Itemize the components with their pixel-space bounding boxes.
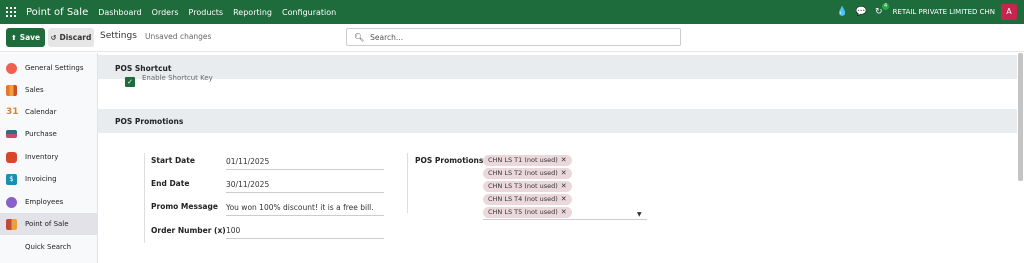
dropdown-caret-icon[interactable]: ▼ bbox=[637, 211, 642, 218]
settings-sidebar: General Settings Sales 31 Calendar Purch… bbox=[0, 53, 98, 263]
promotion-tag[interactable]: CHN LS T3 (not used) ✕ bbox=[483, 181, 572, 192]
order-number-field[interactable]: 100 bbox=[226, 225, 384, 239]
order-number-label: Order Number (x) bbox=[151, 226, 226, 235]
section-divider-right bbox=[407, 153, 408, 213]
apps-menu-icon[interactable] bbox=[6, 7, 16, 17]
enable-shortcut-checkbox[interactable]: ✓ bbox=[125, 77, 135, 87]
promotions-field-underline bbox=[483, 219, 647, 220]
sidebar-item-quick-search[interactable]: Quick Search bbox=[0, 236, 98, 258]
sidebar-item-general-settings[interactable]: General Settings bbox=[0, 57, 98, 79]
unsaved-indicator: Unsaved changes bbox=[145, 32, 212, 41]
control-panel: ⬆ Save ↺ Discard Settings Unsaved change… bbox=[0, 24, 1024, 52]
promotion-tag[interactable]: CHN LS T1 (not used) ✕ bbox=[483, 155, 572, 166]
remove-tag-icon[interactable]: ✕ bbox=[561, 195, 567, 203]
top-navbar: Point of Sale Dashboard Orders Products … bbox=[0, 0, 1024, 24]
pos-shortcut-header: POS Shortcut bbox=[98, 55, 1022, 79]
discard-button[interactable]: ↺ Discard bbox=[48, 28, 94, 47]
remove-tag-icon[interactable]: ✕ bbox=[561, 169, 567, 177]
menu-orders[interactable]: Orders bbox=[152, 8, 179, 17]
purchase-icon bbox=[6, 130, 17, 138]
promotion-tag[interactable]: CHN LS T5 (not used) ✕ bbox=[483, 207, 572, 218]
activity-count-badge: 4 bbox=[882, 3, 890, 10]
scrollbar-thumb[interactable] bbox=[1018, 53, 1023, 181]
point-of-sale-icon bbox=[6, 218, 17, 230]
employees-icon bbox=[6, 196, 17, 208]
main-menu: Dashboard Orders Products Reporting Conf… bbox=[98, 8, 346, 17]
general-settings-icon bbox=[6, 62, 17, 74]
remove-tag-icon[interactable]: ✕ bbox=[561, 182, 567, 190]
search-icon: 🔍︎ bbox=[354, 32, 365, 42]
chat-icon[interactable]: 💬 bbox=[856, 7, 867, 17]
drop-icon[interactable]: 💧 bbox=[837, 7, 848, 17]
promo-message-field[interactable]: You won 100% discount! it is a free bill… bbox=[226, 202, 384, 216]
pos-promotions-label: POS Promotions bbox=[415, 156, 484, 165]
page-title: Settings bbox=[100, 31, 137, 41]
inventory-icon bbox=[6, 151, 17, 163]
sidebar-item-inventory[interactable]: Inventory bbox=[0, 146, 98, 168]
sidebar-item-calendar[interactable]: 31 Calendar bbox=[0, 101, 98, 123]
sales-icon bbox=[6, 84, 17, 96]
cloud-upload-icon: ⬆ bbox=[10, 33, 17, 42]
company-name[interactable]: RETAIL PRIVATE LIMITED CHN bbox=[893, 8, 995, 16]
enable-shortcut-label: Enable Shortcut Key bbox=[142, 74, 213, 82]
save-button[interactable]: ⬆ Save bbox=[6, 28, 45, 47]
pos-promotions-header: POS Promotions bbox=[98, 109, 1022, 133]
pos-shortcut-title: POS Shortcut bbox=[115, 64, 172, 73]
remove-tag-icon[interactable]: ✕ bbox=[561, 208, 567, 216]
menu-products[interactable]: Products bbox=[189, 8, 224, 17]
remove-tag-icon[interactable]: ✕ bbox=[561, 156, 567, 164]
promo-message-label: Promo Message bbox=[151, 202, 218, 211]
end-date-label: End Date bbox=[151, 179, 190, 188]
search-bar[interactable]: 🔍︎ bbox=[346, 28, 681, 46]
discard-label: Discard bbox=[59, 33, 92, 42]
start-date-field[interactable]: 01/11/2025 bbox=[226, 156, 384, 170]
sidebar-item-employees[interactable]: Employees bbox=[0, 191, 98, 213]
scrollbar[interactable] bbox=[1017, 53, 1024, 263]
promotion-tag[interactable]: CHN LS T2 (not used) ✕ bbox=[483, 168, 572, 179]
start-date-label: Start Date bbox=[151, 156, 195, 165]
invoicing-icon: $ bbox=[6, 173, 17, 185]
activity-icon[interactable]: ↻ 4 bbox=[875, 3, 890, 17]
sidebar-item-sales[interactable]: Sales bbox=[0, 79, 98, 101]
sidebar-item-point-of-sale[interactable]: Point of Sale bbox=[0, 213, 98, 235]
menu-reporting[interactable]: Reporting bbox=[233, 8, 272, 17]
search-input[interactable] bbox=[370, 32, 671, 42]
end-date-field[interactable]: 30/11/2025 bbox=[226, 179, 384, 193]
sidebar-item-purchase[interactable]: Purchase bbox=[0, 123, 98, 145]
section-divider bbox=[144, 153, 145, 243]
settings-content: POS Shortcut Enable Shortcut Key ✓ POS P… bbox=[98, 53, 1024, 263]
calendar-icon: 31 bbox=[6, 106, 19, 118]
pos-promotions-title: POS Promotions bbox=[115, 117, 184, 126]
save-label: Save bbox=[19, 33, 41, 42]
menu-configuration[interactable]: Configuration bbox=[282, 8, 336, 17]
undo-icon: ↺ bbox=[50, 33, 57, 42]
menu-dashboard[interactable]: Dashboard bbox=[98, 8, 141, 17]
app-name[interactable]: Point of Sale bbox=[26, 7, 88, 18]
promotion-tag[interactable]: CHN LS T4 (not used) ✕ bbox=[483, 194, 572, 205]
sidebar-item-invoicing[interactable]: $ Invoicing bbox=[0, 168, 98, 190]
avatar[interactable]: A bbox=[1001, 4, 1017, 20]
